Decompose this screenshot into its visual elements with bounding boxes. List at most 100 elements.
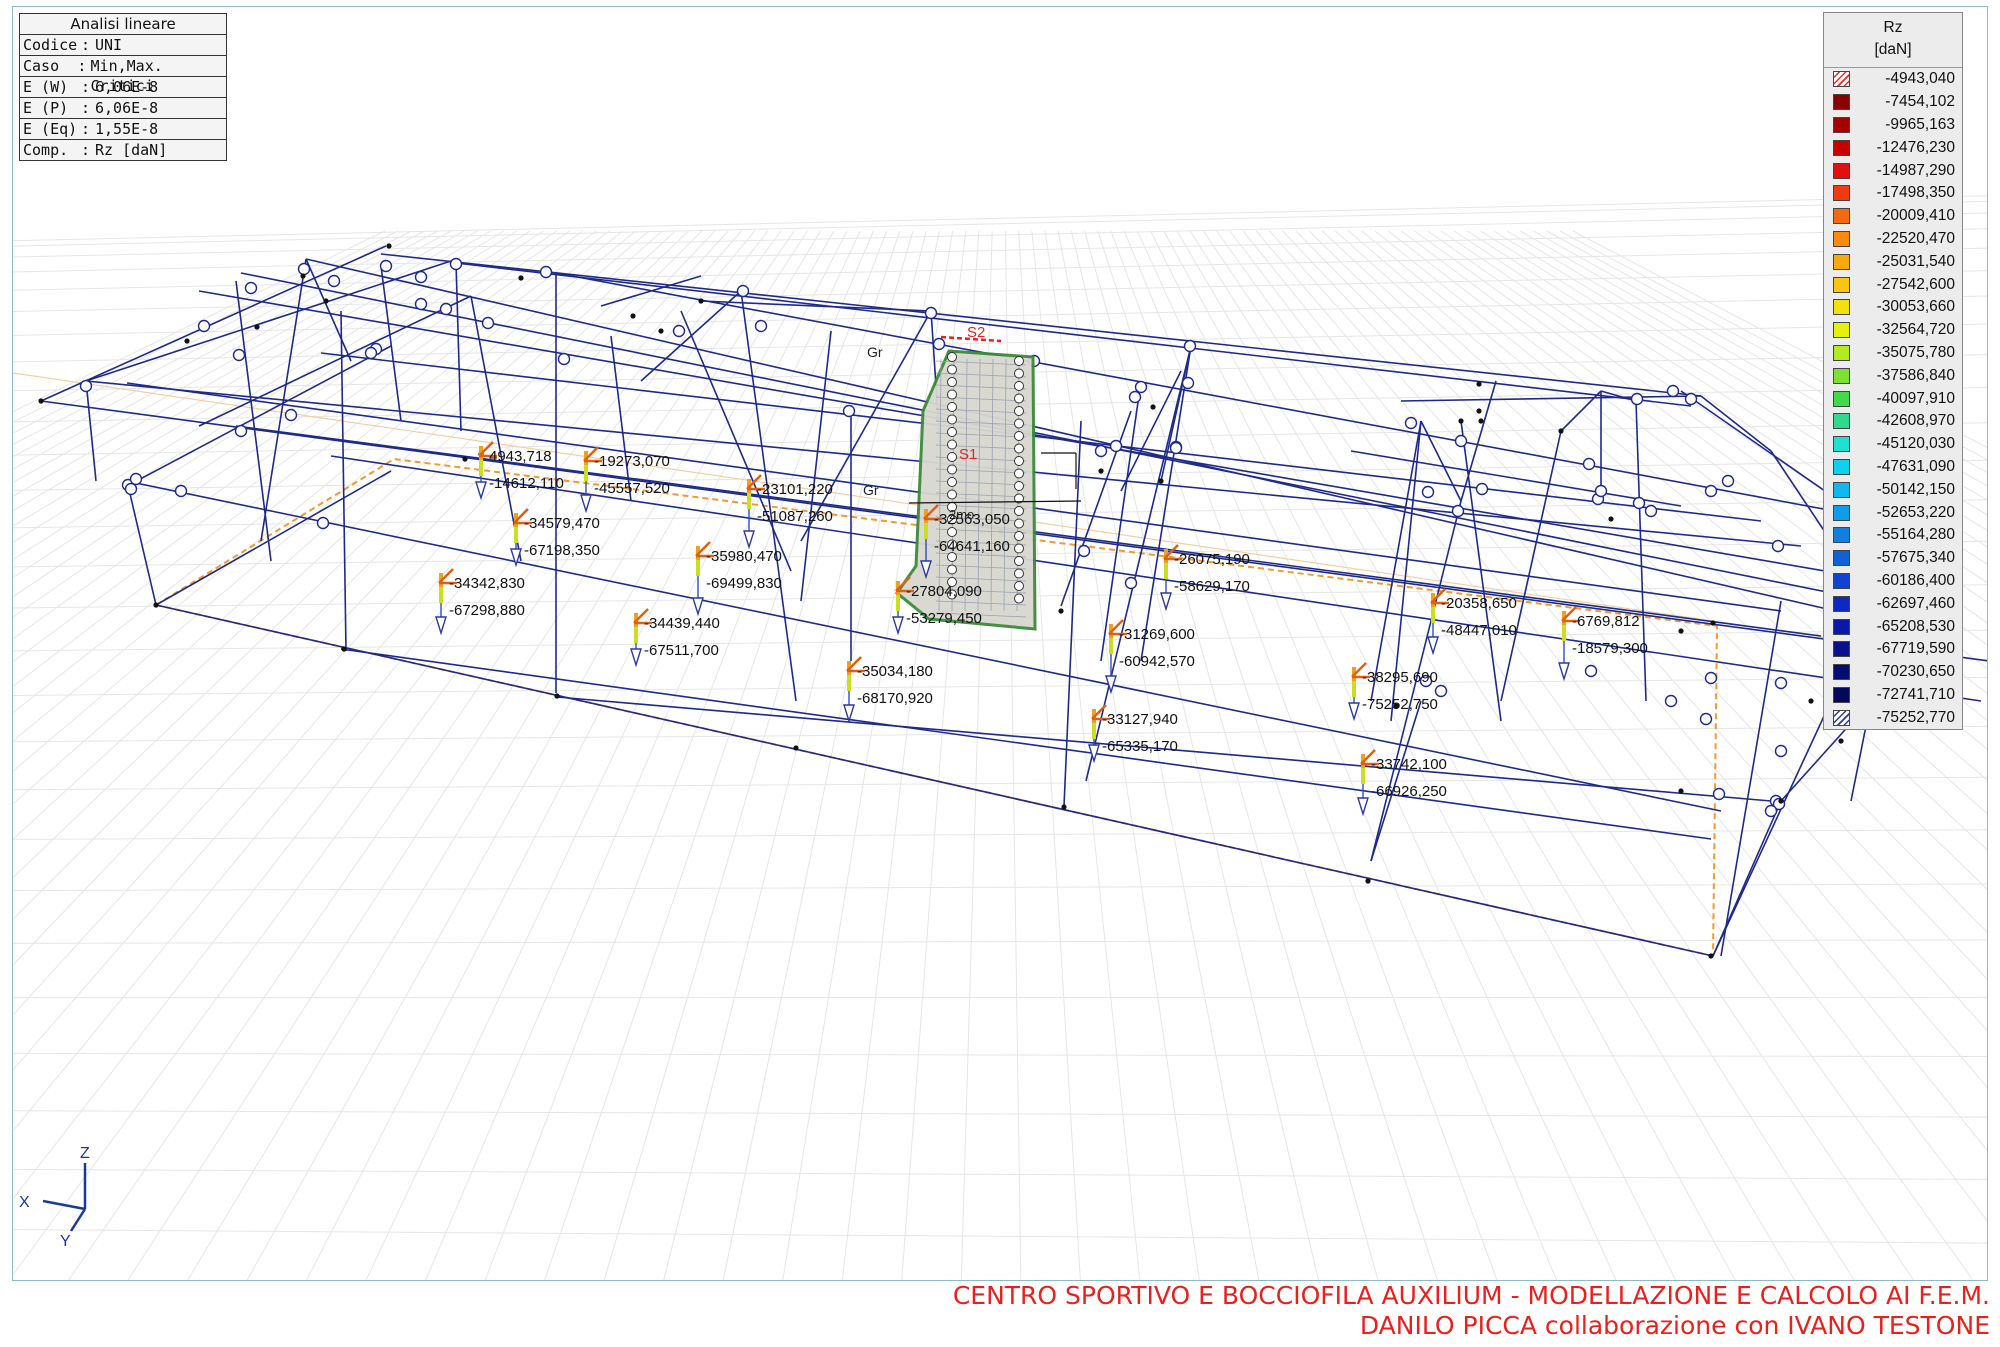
wall-node — [1014, 581, 1024, 591]
legend-swatch — [1833, 664, 1850, 681]
legend-entry: -72741,710 — [1824, 684, 1962, 707]
frame-node — [1475, 482, 1489, 496]
wall-node — [947, 464, 957, 475]
legend-swatch — [1833, 139, 1850, 156]
frame-node — [1094, 444, 1108, 458]
info-row-ew: E (W):6,06E-8 — [20, 77, 226, 98]
frame-node — [316, 516, 330, 530]
info-row-codice: Codice: UNI — [20, 35, 226, 56]
frame-node — [1771, 539, 1785, 553]
legend-swatch — [1833, 208, 1850, 225]
frame-node — [1584, 664, 1598, 678]
structure-3d-view[interactable]: 4943,718 -14612,110 -19273,070 -45557,520 -2… — [13, 7, 1988, 1281]
legend-value: -32564,720 — [1876, 321, 1955, 339]
frame-node — [1774, 676, 1788, 690]
member-node — [341, 646, 347, 652]
frame-node — [197, 319, 211, 333]
frame-member — [1770, 450, 1832, 542]
legend-entry: -67719,590 — [1824, 638, 1962, 661]
legend-rows: -4943,040 -7454,102 -9965,163 -12476,230 -14… — [1824, 68, 1962, 729]
member-node — [1458, 418, 1464, 424]
legend-entry: -35075,780 — [1824, 342, 1962, 365]
legend-value: -22520,470 — [1876, 229, 1955, 247]
legend-entry: -9965,163 — [1824, 114, 1962, 137]
reaction-value-bottom: -66926,250 — [1371, 783, 1447, 800]
legend-swatch — [1833, 641, 1850, 658]
legend-entry: -52653,220 — [1824, 501, 1962, 524]
legend-swatch — [1833, 390, 1850, 407]
frame-node — [414, 270, 428, 284]
wall-node — [947, 477, 957, 487]
reaction-arrow-head — [475, 481, 487, 501]
frame-node — [1124, 576, 1138, 590]
reaction-value-bottom: -67198,350 — [524, 542, 600, 559]
wall-node — [1014, 368, 1024, 379]
info-row-eeq: E (Eq):1,55E-8 — [20, 119, 226, 140]
legend-swatch — [1833, 481, 1850, 498]
reaction-value-top: -33127,940 — [1102, 711, 1178, 728]
frame-node — [1181, 376, 1195, 390]
frame-node — [1421, 485, 1435, 499]
legend-value: -17498,350 — [1876, 184, 1955, 202]
legend-value: -40097,910 — [1876, 389, 1955, 407]
legend-entry: -47631,090 — [1824, 456, 1962, 479]
legend-value: -14987,290 — [1876, 161, 1955, 179]
wall-node — [1014, 593, 1024, 604]
frame-node — [1404, 416, 1418, 430]
legend-swatch — [1833, 595, 1850, 612]
legend-entry: -65208,530 — [1824, 615, 1962, 638]
frame-node — [672, 324, 686, 338]
frame-node — [129, 472, 143, 486]
reaction-arrow-head — [892, 616, 904, 636]
member-node — [1808, 698, 1814, 704]
reaction-value-top: -35980,470 — [706, 548, 782, 565]
grid-line — [13, 1052, 1987, 1058]
legend-swatch — [1833, 322, 1850, 339]
frame-node — [1774, 744, 1788, 758]
legend-value: -65208,530 — [1876, 617, 1955, 635]
frame-node — [1454, 434, 1468, 448]
wall-node — [1014, 381, 1024, 391]
legend-entry: -30053,660 — [1824, 296, 1962, 319]
wall-node — [947, 352, 957, 362]
member-node — [1678, 788, 1684, 794]
reaction-value-top: -38295,690 — [1362, 669, 1438, 686]
legend-entry: -57675,340 — [1824, 547, 1962, 570]
frame-node — [1684, 392, 1698, 406]
wall-node — [947, 489, 957, 500]
reaction-marker: -31269,600 -60942,570 — [1105, 619, 1195, 695]
legend-value: -9965,163 — [1885, 115, 1955, 133]
frame-node — [1712, 787, 1726, 801]
legend-swatch — [1833, 686, 1850, 703]
frame-member — [1500, 430, 1562, 702]
member-node — [1838, 738, 1844, 744]
frame-member — [126, 480, 157, 606]
legend-value: -47631,090 — [1876, 457, 1955, 475]
legend-entry: -70230,650 — [1824, 661, 1962, 684]
axis-label-z: Z — [80, 1145, 90, 1162]
reaction-arrow-head — [1558, 662, 1570, 682]
legend-swatch — [1833, 162, 1850, 179]
grid-line — [1176, 230, 1796, 1280]
frame-node — [232, 348, 246, 362]
legend-swatch — [1833, 253, 1850, 270]
wall-node — [1014, 518, 1024, 529]
reaction-arrow-head — [692, 597, 704, 617]
frame-node — [1644, 504, 1658, 518]
legend-entry: -60186,400 — [1824, 570, 1962, 593]
model-viewport[interactable]: 4943,718 -14612,110 -19273,070 -45557,520 -2… — [12, 6, 1988, 1281]
info-row-comp: Comp.: Rz [daN] — [23, 141, 168, 159]
member-node — [1778, 798, 1784, 804]
grid-line — [365, 230, 861, 1280]
frame-node — [1169, 441, 1183, 455]
frame-node — [1632, 496, 1646, 510]
reaction-value-bottom: -18579,300 — [1572, 640, 1648, 657]
grid-line — [13, 230, 584, 640]
legend-value: -55164,280 — [1876, 526, 1955, 544]
legend-entry: -7454,102 — [1824, 91, 1962, 114]
grid-line — [13, 200, 1987, 247]
reaction-value-top: -20358,650 — [1441, 595, 1517, 612]
member-node — [254, 324, 260, 330]
legend-swatch — [1833, 230, 1850, 247]
frame-node — [234, 424, 248, 438]
